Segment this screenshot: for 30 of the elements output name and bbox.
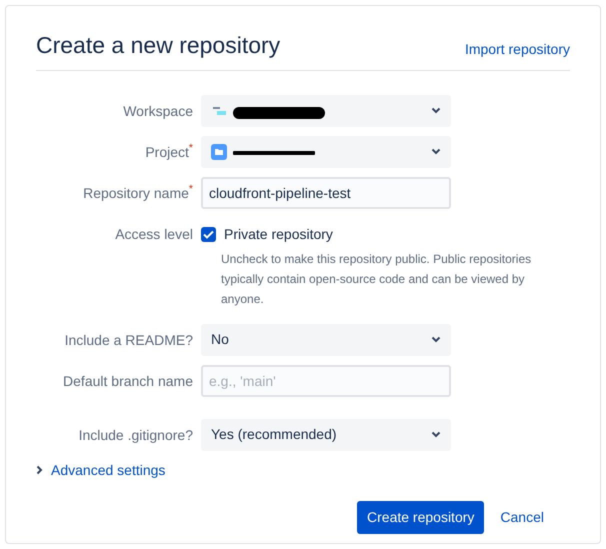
- required-mark: *: [188, 142, 193, 154]
- field-label: Workspace: [122, 102, 193, 121]
- page-title: Create a new repository: [36, 32, 280, 60]
- select-field[interactable]: [201, 136, 451, 168]
- cancel-link[interactable]: Cancel: [500, 506, 544, 528]
- text-field[interactable]: cloudfront-pipeline-test: [201, 176, 451, 209]
- select-value: Yes (recommended): [211, 425, 337, 444]
- help-text: Uncheck to make this repository public. Public repositories typically contain open-source code and can be viewed by anyone.: [221, 250, 532, 308]
- create-repository-button[interactable]: Create repository: [357, 500, 484, 534]
- required-mark: *: [188, 183, 193, 196]
- chevron-down-icon: [431, 107, 441, 114]
- select-field[interactable]: Yes (recommended): [201, 418, 451, 451]
- field-label: Include .gitignore?: [78, 426, 193, 445]
- select-value: No: [211, 330, 229, 350]
- import-repository-link[interactable]: Import repository: [464, 38, 570, 60]
- field-label: Repository name$^{*}$: [82, 182, 193, 203]
- chevron-down-icon: [431, 336, 441, 344]
- field-label: Default branch name: [62, 372, 193, 391]
- field-label: Include a README?: [64, 330, 193, 350]
- chevron-down-icon: [431, 148, 441, 156]
- folder-icon: [211, 144, 227, 160]
- select-field[interactable]: [201, 94, 451, 127]
- field-label: Access level: [114, 224, 193, 244]
- advanced-settings-link[interactable]: Advanced settings: [51, 460, 166, 481]
- text-field[interactable]: e.g., 'main': [201, 364, 451, 397]
- chevron-down-icon: [431, 431, 441, 438]
- select-field[interactable]: No: [201, 324, 451, 356]
- checkbox[interactable]: [201, 226, 216, 242]
- checkbox-label: Private repository: [224, 224, 333, 244]
- field-label: Project$^{*}$: [144, 141, 193, 162]
